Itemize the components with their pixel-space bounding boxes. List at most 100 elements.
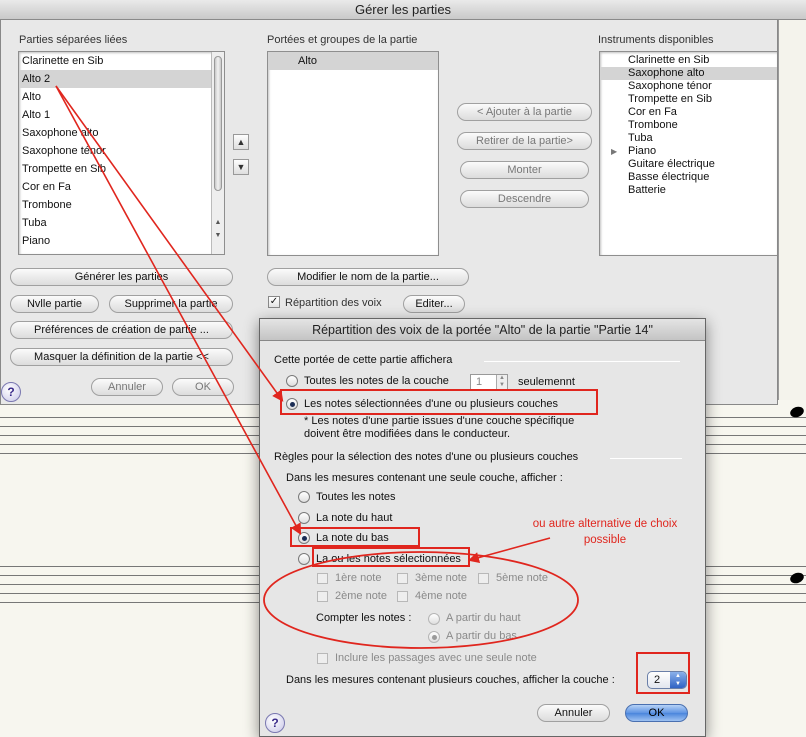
rule-selected-radio[interactable] <box>298 553 310 565</box>
part-name: Saxophone alto <box>22 127 99 139</box>
parts-label: Parties séparées liées <box>19 34 128 46</box>
count-bottom-label: A partir du bas <box>446 630 517 642</box>
hide-definition-button[interactable]: Masquer la définition de la partie << <box>10 348 233 366</box>
all-notes-label: Toutes les notes de la couche <box>304 375 449 387</box>
count-top-label: A partir du haut <box>446 612 521 624</box>
edit-button[interactable]: Editer... <box>403 295 465 313</box>
annotation-line-1: ou autre alternative de choix <box>532 518 678 530</box>
generate-parts-button[interactable]: Générer les parties <box>10 268 233 286</box>
note4-checkbox[interactable] <box>397 591 408 602</box>
staves-list[interactable]: Alto <box>267 51 439 256</box>
annotation-line-2: possible <box>583 534 627 546</box>
new-part-button[interactable]: Nvlle partie <box>10 295 99 313</box>
list-item[interactable]: Saxophone ténor <box>600 80 777 93</box>
score-right-edge <box>778 0 806 400</box>
disclosure-triangle-icon[interactable]: ▶ <box>611 145 617 158</box>
list-item[interactable]: Trombone <box>600 119 777 132</box>
move-up-button[interactable]: ▲ <box>233 134 249 150</box>
list-item[interactable]: Trompette en Sib <box>600 93 777 106</box>
include-single-label: Inclure les passages avec une seule note <box>335 652 537 664</box>
list-item[interactable]: Trombone <box>19 196 224 214</box>
instrument-name: Batterie <box>628 184 666 196</box>
list-item[interactable]: Clarinette en Sib <box>600 54 777 67</box>
highlight-selected-notes <box>280 389 598 415</box>
help-icon[interactable]: ? <box>1 382 21 402</box>
instrument-name: Guitare électrique <box>628 158 715 170</box>
ok-button[interactable]: OK <box>172 378 234 396</box>
rename-part-button[interactable]: Modifier le nom de la partie... <box>267 268 469 286</box>
move-up-text-button[interactable]: Monter <box>460 161 589 179</box>
list-item[interactable]: Basse électrique <box>600 171 777 184</box>
instrument-name: Basse électrique <box>628 171 710 183</box>
count-label: Compter les notes : <box>316 612 412 624</box>
list-item[interactable]: Alto <box>19 88 224 106</box>
part-name: Trombone <box>22 199 72 211</box>
list-item[interactable]: ▶ Piano <box>600 145 777 158</box>
layer-stepper[interactable]: 1 ▲ ▼ <box>470 374 508 390</box>
remove-from-part-button[interactable]: Retirer de la partie> <box>457 132 592 150</box>
list-item[interactable]: Saxophone alto <box>19 124 224 142</box>
voice-split-checkbox[interactable]: ✓ <box>268 296 280 308</box>
cancel-button[interactable]: Annuler <box>91 378 163 396</box>
instruments-list[interactable]: Clarinette en Sib Saxophone alto Saxophone… <box>599 51 777 256</box>
highlight-bottom-note <box>290 527 420 547</box>
part-name: Clarinette en Sib <box>22 55 104 67</box>
scroll-down-icon[interactable]: ▼ <box>212 230 224 242</box>
note3-checkbox[interactable] <box>397 573 408 584</box>
note1-checkbox[interactable] <box>317 573 328 584</box>
part-name: Trompette en Sib <box>22 163 106 175</box>
list-item[interactable]: Tuba <box>600 132 777 145</box>
dialog-ok-button[interactable]: OK <box>625 704 688 722</box>
list-item[interactable]: Saxophone alto <box>600 67 777 80</box>
list-item[interactable]: Cor en Fa <box>19 178 224 196</box>
staves-label: Portées et groupes de la partie <box>267 34 418 46</box>
note5-checkbox[interactable] <box>478 573 489 584</box>
list-item[interactable]: Batterie <box>600 184 777 197</box>
footnote-line-2: doivent être modifiées dans le conducteu… <box>304 428 511 440</box>
help-icon[interactable]: ? <box>265 713 285 733</box>
list-item[interactable]: Trompette en Sib <box>19 160 224 178</box>
stepper-arrows-icon[interactable]: ▲ ▼ <box>496 375 507 389</box>
list-item[interactable]: Saxophone ténor <box>19 142 224 160</box>
rule-all-label: Toutes les notes <box>316 491 396 503</box>
include-single-checkbox[interactable] <box>317 653 328 664</box>
note2-label: 2ème note <box>335 590 387 602</box>
list-item[interactable]: Alto 1 <box>19 106 224 124</box>
note1-label: 1ère note <box>335 572 382 584</box>
dialog-title: Répartition des voix de la portée "Alto"… <box>260 319 705 341</box>
add-to-part-button[interactable]: < Ajouter à la partie <box>457 103 592 121</box>
list-item[interactable]: Alto <box>268 52 438 70</box>
delete-part-button[interactable]: Supprimer la partie <box>109 295 233 313</box>
voice-split-label: Répartition des voix <box>285 297 382 309</box>
rule-top-radio[interactable] <box>298 512 310 524</box>
part-name: Piano <box>22 235 51 247</box>
list-item[interactable]: Clarinette en Sib <box>19 52 224 70</box>
count-bottom-radio[interactable] <box>428 631 440 643</box>
only-label: seulemennt <box>518 376 575 388</box>
move-down-button[interactable]: ▼ <box>233 159 249 175</box>
note2-checkbox[interactable] <box>317 591 328 602</box>
divider <box>484 361 680 362</box>
list-item[interactable]: Guitare électrique <box>600 158 777 171</box>
parts-list[interactable]: Clarinette en Sib Alto 2 Alto Alto 1 Saxopho… <box>18 51 225 255</box>
parts-scrollbar[interactable]: ▲ ▼ <box>211 52 224 254</box>
instrument-name: Piano <box>628 145 657 157</box>
list-item[interactable]: Cor en Fa <box>600 106 777 119</box>
move-down-text-button[interactable]: Descendre <box>460 190 589 208</box>
scroll-up-icon[interactable]: ▲ <box>212 217 224 229</box>
scroll-thumb[interactable] <box>214 56 222 191</box>
preferences-button[interactable]: Préférences de création de partie ... <box>10 321 233 339</box>
instrument-name: Cor en Fa <box>628 106 677 118</box>
instrument-name: Trompette en Sib <box>628 93 712 105</box>
all-notes-radio[interactable] <box>286 375 298 387</box>
list-item[interactable]: Alto 2 <box>19 70 224 88</box>
dialog-cancel-button[interactable]: Annuler <box>537 704 610 722</box>
count-top-radio[interactable] <box>428 613 440 625</box>
part-name: Alto 1 <box>22 109 51 121</box>
list-item[interactable]: Tuba <box>19 214 224 232</box>
rule-all-radio[interactable] <box>298 491 310 503</box>
single-layer-label: Dans les mesures contenant une seule cou… <box>286 472 563 484</box>
section-heading: Cette portée de cette partie affichera <box>274 354 453 366</box>
part-name: Alto 2 <box>22 73 51 85</box>
list-item[interactable]: Piano <box>19 232 224 250</box>
